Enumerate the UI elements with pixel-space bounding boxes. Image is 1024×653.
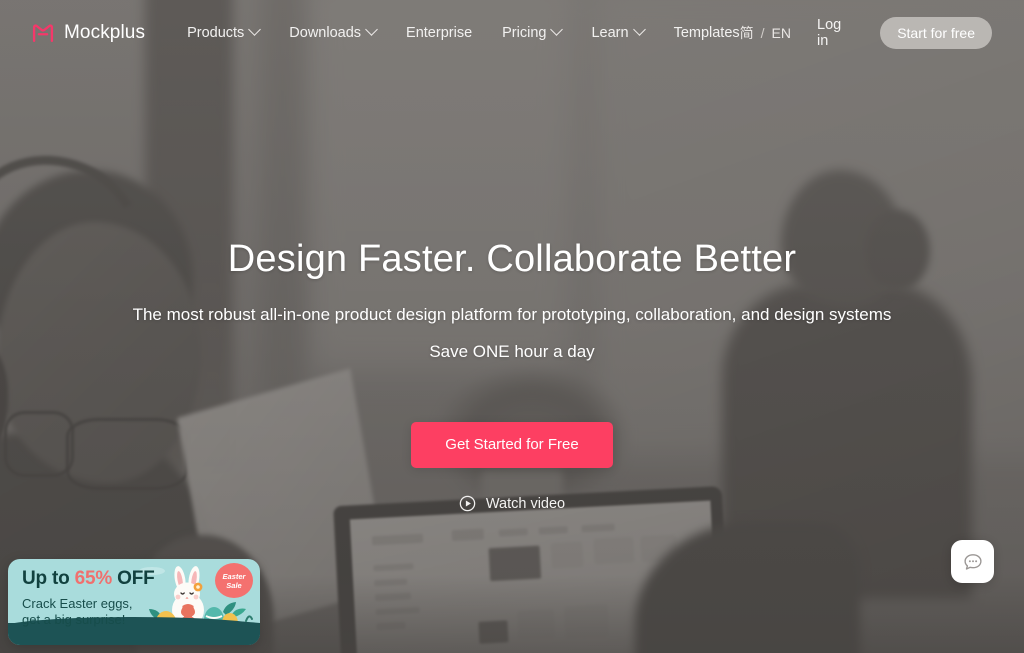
hero-section: Design Faster. Collaborate Better The mo…: [0, 0, 1024, 517]
nav-label: Learn: [591, 24, 629, 41]
nav-label: Templates: [673, 24, 740, 41]
promo-headline-prefix: Up to: [22, 568, 75, 589]
brand-name: Mockplus: [64, 21, 146, 43]
start-for-free-button[interactable]: Start for free: [880, 16, 992, 49]
nav-item-pricing[interactable]: Pricing: [502, 23, 564, 41]
nav-item-templates[interactable]: Templates: [674, 25, 740, 41]
hero-subtitle: The most robust all-in-one product desig…: [132, 304, 892, 324]
watch-video-label: Watch video: [485, 495, 566, 512]
badge-line-2: Sale: [226, 580, 242, 590]
promo-headline-suffix: OFF: [112, 568, 155, 589]
nav-label: Products: [187, 24, 245, 41]
nav-item-products[interactable]: Products: [187, 23, 262, 41]
promo-headline: Up to 65% OFF: [22, 568, 155, 590]
promo-text-block: Up to 65% OFF Crack Easter eggs, get a b…: [22, 568, 155, 629]
chevron-down-icon: [248, 23, 262, 36]
nav-item-enterprise[interactable]: Enterprise: [406, 25, 472, 41]
hero-cta-wrapper: Get Started for Free: [0, 422, 1024, 469]
chat-widget-button[interactable]: [951, 540, 994, 583]
nav-label: Enterprise: [406, 24, 473, 41]
main-navigation: Products Downloads Enterprise Pricing Le…: [187, 23, 740, 41]
header-actions: 简 / EN Log in Start for free: [740, 16, 992, 49]
chevron-down-icon: [632, 23, 646, 36]
language-option-en[interactable]: EN: [772, 25, 791, 41]
chevron-down-icon: [365, 23, 378, 36]
language-option-zh[interactable]: 简: [740, 23, 754, 43]
language-separator: /: [760, 24, 765, 41]
promo-discount-percent: 65%: [74, 568, 113, 589]
nav-item-learn[interactable]: Learn: [591, 23, 646, 41]
play-circle-icon: [459, 495, 476, 512]
site-header: Mockplus Products Downloads Enterprise P…: [0, 0, 1024, 65]
promo-body-text: Crack Easter eggs, get a big surprise!: [22, 596, 133, 628]
nav-item-downloads[interactable]: Downloads: [289, 23, 378, 41]
log-in-link[interactable]: Log in: [817, 17, 854, 49]
page-title: Design Faster. Collaborate Better: [227, 238, 797, 280]
easter-sale-badge: Easter Sale: [215, 563, 253, 598]
language-switcher: 简 / EN: [740, 23, 791, 43]
badge-line-1: Easter: [222, 571, 246, 581]
nav-label: Pricing: [502, 24, 547, 41]
easter-promo-banner[interactable]: Easter Sale Up to 65% OFF Crack Easter e…: [8, 559, 260, 645]
chat-bubble-icon: [962, 551, 984, 573]
hero-subtitle-secondary: Save ONE hour a day: [429, 342, 595, 362]
get-started-for-free-button[interactable]: Get Started for Free: [411, 422, 613, 469]
chevron-down-icon: [550, 23, 564, 36]
brand-logo[interactable]: Mockplus: [32, 22, 145, 44]
nav-label: Downloads: [289, 24, 362, 41]
mockplus-logo-icon: [32, 23, 54, 43]
watch-video-button[interactable]: Watch video: [459, 495, 565, 512]
landing-page: Mockplus Products Downloads Enterprise P…: [0, 0, 1024, 653]
